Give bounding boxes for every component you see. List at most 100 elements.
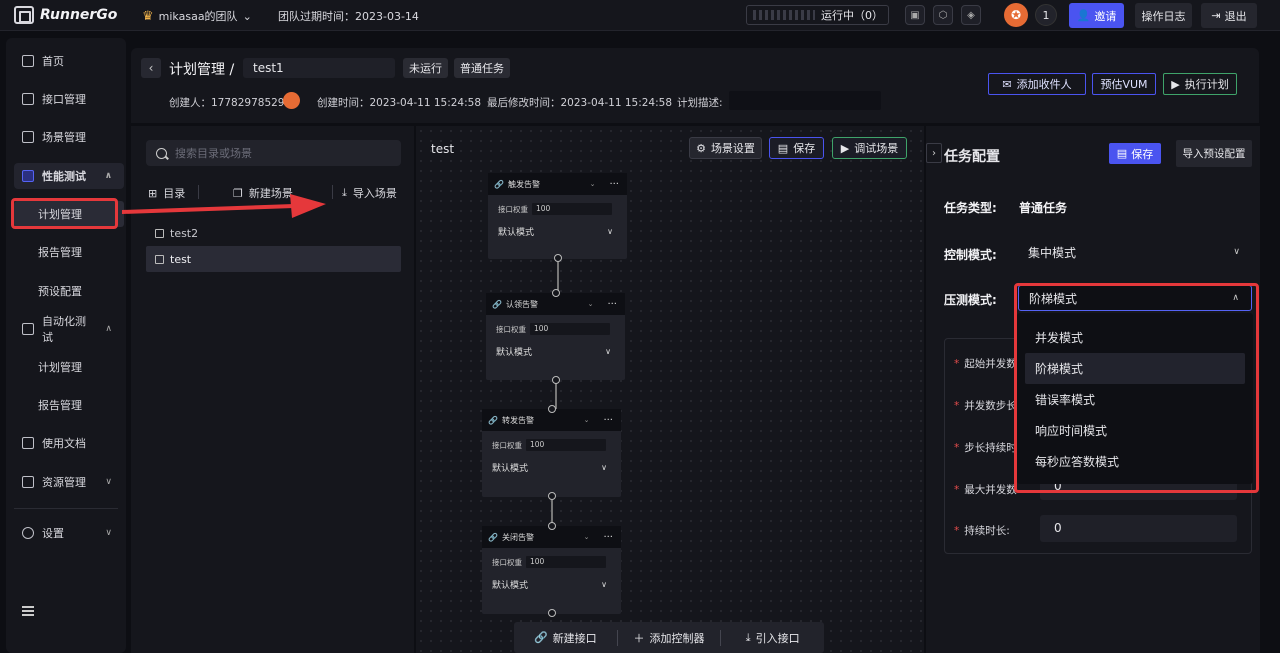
sidebar-item-auto-plan[interactable]: 计划管理 bbox=[14, 354, 124, 380]
add-controller-button[interactable]: ＋ 添加控制器 bbox=[618, 630, 721, 646]
shield-icon-button[interactable]: ◈ bbox=[961, 5, 981, 25]
sidebar-item-auto[interactable]: 自动化测试 ∧ bbox=[14, 315, 124, 344]
node-mode-select[interactable]: 默认模式 ∨ bbox=[486, 345, 625, 358]
sidebar-item-settings[interactable]: 设置 ∨ bbox=[14, 520, 124, 546]
scene-icon bbox=[155, 254, 164, 264]
chevron-down-icon[interactable]: ⌄ bbox=[590, 180, 596, 188]
scene-item[interactable]: test bbox=[146, 246, 401, 272]
weight-label: 接口权重 bbox=[492, 557, 522, 567]
search-input[interactable]: 搜索目录或场景 bbox=[146, 140, 401, 166]
sidebar-item-resource[interactable]: 资源管理 ∨ bbox=[14, 469, 124, 495]
chevron-down-icon[interactable]: ⌄ bbox=[588, 300, 594, 308]
plan-name-input[interactable]: test1 bbox=[243, 58, 395, 78]
api-node[interactable]: 🔗 认领告警 ⌄ ··· 接口权重 100 默认模式 ∨ bbox=[486, 293, 625, 380]
node-mode-select[interactable]: 默认模式 ∨ bbox=[488, 225, 627, 238]
chevron-down-icon: ∨ bbox=[605, 347, 611, 356]
connector-handle[interactable] bbox=[552, 289, 560, 297]
new-api-button[interactable]: 🔗 新建接口 bbox=[514, 630, 617, 646]
description-field[interactable] bbox=[729, 91, 881, 110]
chevron-up-icon: ∧ bbox=[105, 324, 112, 334]
node-mode-select[interactable]: 默认模式 ∨ bbox=[482, 578, 621, 591]
gear-icon bbox=[22, 527, 34, 539]
weight-input[interactable]: 100 bbox=[530, 323, 610, 335]
scene-canvas[interactable]: test ⚙ 场景设置 ▤ 保存 ▶ 调试场景 🔗 触发告警 ⌄ ··· 接口权重 100 默… bbox=[416, 126, 924, 653]
connector-handle[interactable] bbox=[552, 376, 560, 384]
canvas-save-button[interactable]: ▤ 保存 bbox=[769, 137, 824, 159]
import-scene-label: 导入场景 bbox=[352, 187, 397, 200]
sidebar-item-auto-report[interactable]: 报告管理 bbox=[14, 392, 124, 418]
logout-button[interactable]: ⇥ 退出 bbox=[1201, 3, 1257, 28]
sidebar-item-perf-report[interactable]: 报告管理 bbox=[14, 239, 124, 265]
scene-settings-label: 场景设置 bbox=[710, 142, 755, 155]
connector-handle[interactable] bbox=[548, 492, 556, 500]
sidebar-item-label: 设置 bbox=[42, 527, 64, 540]
crown-icon: ♛ bbox=[142, 8, 154, 24]
logout-label: 退出 bbox=[1224, 9, 1247, 23]
sidebar-item-docs[interactable]: 使用文档 bbox=[14, 430, 124, 456]
sidebar-item-api[interactable]: 接口管理 bbox=[14, 86, 124, 112]
mail-icon: ✉ bbox=[1002, 77, 1012, 91]
more-icon[interactable]: ··· bbox=[603, 532, 613, 543]
runnergo-logo-icon bbox=[14, 6, 34, 24]
weight-input[interactable]: 100 bbox=[526, 439, 606, 451]
task-config-title: 任务配置 bbox=[944, 149, 1000, 165]
scene-item[interactable]: test2 bbox=[146, 220, 401, 246]
member-count-badge[interactable]: 1 bbox=[1035, 4, 1057, 26]
estimate-vum-button[interactable]: 预估VUM bbox=[1092, 73, 1156, 95]
api-node[interactable]: 🔗 转发告警 ⌄ ··· 接口权重 100 默认模式 ∨ bbox=[482, 409, 621, 497]
cube-icon-button[interactable]: ⬡ bbox=[933, 5, 953, 25]
more-icon[interactable]: ··· bbox=[609, 179, 619, 190]
connector-handle[interactable] bbox=[554, 254, 562, 262]
brand-logo[interactable]: RunnerGo bbox=[14, 6, 117, 24]
back-button[interactable]: ‹ bbox=[141, 58, 161, 78]
field-label: 并发数步长 bbox=[964, 400, 1017, 412]
chevron-down-icon: ∨ bbox=[1233, 247, 1240, 257]
execute-plan-button[interactable]: ▶ 执行计划 bbox=[1163, 73, 1237, 95]
mode-value: 默认模式 bbox=[498, 228, 535, 238]
api-node[interactable]: 🔗 触发告警 ⌄ ··· 接口权重 100 默认模式 ∨ bbox=[488, 173, 627, 259]
task-type-label: 任务类型: bbox=[944, 201, 997, 215]
connector-handle[interactable] bbox=[548, 609, 556, 617]
connector-handle[interactable] bbox=[548, 522, 556, 530]
debug-scene-button[interactable]: ▶ 调试场景 bbox=[832, 137, 907, 159]
config-save-button[interactable]: ▤ 保存 bbox=[1109, 143, 1161, 164]
weight-input[interactable]: 100 bbox=[526, 556, 606, 568]
node-mode-select[interactable]: 默认模式 ∨ bbox=[482, 461, 621, 474]
max-concurrency-label: * 最大并发数 bbox=[954, 484, 1017, 496]
control-mode-select[interactable]: 集中模式 ∨ bbox=[1018, 239, 1252, 265]
sidebar-item-scene[interactable]: 场景管理 bbox=[14, 124, 124, 150]
import-api-button[interactable]: ⤓ 引入接口 bbox=[721, 630, 824, 646]
control-mode-value: 集中模式 bbox=[1028, 245, 1077, 260]
chevron-down-icon[interactable]: ⌄ bbox=[584, 416, 590, 424]
running-status[interactable]: 运行中（0） bbox=[746, 5, 889, 25]
field-label: 步长持续时 bbox=[964, 442, 1017, 454]
weight-input[interactable]: 100 bbox=[532, 203, 612, 215]
collapse-menu-icon[interactable] bbox=[22, 606, 34, 616]
sidebar-item-perf[interactable]: 性能测试 ∧ bbox=[14, 163, 124, 189]
chevron-down-icon[interactable]: ⌄ bbox=[584, 533, 590, 541]
team-switcher[interactable]: ♛ mikasaa的团队 ⌄ bbox=[142, 8, 252, 24]
sidebar-item-perf-preset[interactable]: 预设配置 bbox=[14, 278, 124, 304]
import-preset-button[interactable]: 导入预设配置 bbox=[1176, 140, 1252, 167]
sidebar-item-home[interactable]: 首页 bbox=[14, 48, 124, 74]
more-icon[interactable]: ··· bbox=[603, 415, 613, 426]
doc-icon-button[interactable]: ▣ bbox=[905, 5, 925, 25]
link-icon: 🔗 bbox=[488, 532, 498, 542]
node-title: 认领告警 bbox=[505, 299, 538, 309]
operation-log-button[interactable]: 操作日志 bbox=[1135, 3, 1192, 28]
chevron-down-icon: ⌄ bbox=[242, 9, 252, 23]
invite-button[interactable]: 👤 邀请 bbox=[1069, 3, 1124, 28]
api-node[interactable]: 🔗 关闭告警 ⌄ ··· 接口权重 100 默认模式 ∨ bbox=[482, 526, 621, 614]
add-recipient-button[interactable]: ✉ 添加收件人 bbox=[988, 73, 1086, 95]
expand-panel-button[interactable]: › bbox=[926, 143, 942, 163]
scene-icon bbox=[22, 131, 34, 143]
step-duration-label: * 步长持续时 bbox=[954, 442, 1017, 454]
user-avatar[interactable]: ✪ bbox=[1004, 3, 1028, 27]
more-icon[interactable]: ··· bbox=[607, 299, 617, 310]
duration-input[interactable]: 0 bbox=[1040, 515, 1237, 542]
modified-time: 最后修改时间：2023-04-11 15:24:58 bbox=[487, 97, 673, 109]
import-scene-button[interactable]: ⤓ 导入场景 bbox=[342, 185, 397, 201]
edge bbox=[557, 262, 559, 292]
connector-handle[interactable] bbox=[548, 405, 556, 413]
scene-settings-button[interactable]: ⚙ 场景设置 bbox=[689, 137, 762, 159]
